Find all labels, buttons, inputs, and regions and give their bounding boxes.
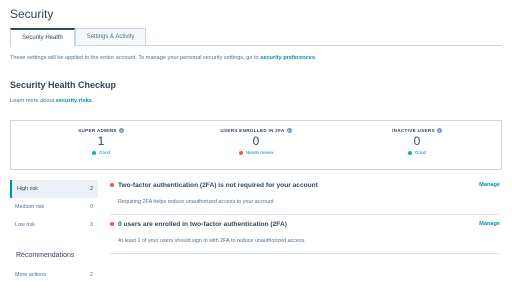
- sidebar-item-count: 3: [90, 222, 93, 228]
- stat-status-link[interactable]: Good: [99, 150, 110, 155]
- stat-status-link[interactable]: Needs review: [246, 150, 274, 155]
- stat-status-link[interactable]: Good: [415, 150, 426, 155]
- settings-description: These settings will be applied to the en…: [10, 55, 317, 61]
- issue-row: 0 users are enrolled in two-factor authe…: [110, 221, 500, 244]
- page-title: Security: [10, 7, 54, 21]
- sidebar-item-label: Low risk: [15, 222, 35, 228]
- tab-security-health[interactable]: Security Health: [10, 28, 75, 47]
- risk-dot-icon: [110, 222, 114, 227]
- stat-label-text: INACTIVE USERS: [392, 128, 435, 133]
- tab-divider: [10, 45, 502, 46]
- stat-super-admins: SUPER ADMINS i 1 Good: [41, 121, 161, 169]
- learn-more: Learn more about security risks .: [10, 98, 95, 104]
- sidebar-item-high-risk[interactable]: High risk 2: [10, 180, 98, 198]
- stat-label: USERS ENROLLED IN 2FA i: [196, 128, 316, 134]
- stat-status: Good: [41, 150, 161, 155]
- issue-divider: [110, 214, 500, 215]
- issue-title-text: Two-factor authentication (2FA) is not r…: [118, 182, 318, 189]
- description-text: These settings will be applied to the en…: [10, 55, 261, 61]
- learn-suffix: .: [91, 98, 95, 104]
- sidebar-item-label: More actions: [15, 272, 46, 278]
- stat-status: Needs review: [196, 150, 316, 155]
- stat-label: INACTIVE USERS i: [357, 128, 477, 134]
- stat-status: Good: [357, 150, 477, 155]
- status-dot-icon: [238, 151, 243, 156]
- stat-inactive-users: INACTIVE USERS i 0 Good: [357, 121, 477, 169]
- stat-value: 0: [252, 134, 260, 149]
- stat-users-2fa: USERS ENROLLED IN 2FA i 0 Needs review: [196, 121, 316, 169]
- sidebar-item-medium-risk[interactable]: Medium risk 0: [10, 198, 98, 216]
- risk-sidebar: High risk 2 Medium risk 0 Low risk 3: [10, 180, 98, 234]
- risk-dot-icon: [110, 183, 114, 188]
- stat-label: SUPER ADMINS i: [41, 128, 161, 134]
- stat-value: 1: [97, 134, 105, 149]
- issue-divider: [110, 253, 500, 254]
- sidebar-item-count: 2: [90, 186, 93, 192]
- security-risks-link[interactable]: security risks: [56, 98, 92, 104]
- info-icon[interactable]: i: [436, 128, 442, 134]
- sidebar-item-low-risk[interactable]: Low risk 3: [10, 216, 98, 234]
- learn-text: Learn more about: [10, 98, 56, 104]
- tab-bar: Security Health Settings & Activity: [10, 28, 147, 47]
- info-icon[interactable]: i: [286, 128, 292, 134]
- sidebar-item-label: High risk: [17, 186, 38, 192]
- manage-button[interactable]: Manage: [479, 221, 500, 227]
- security-preferences-link[interactable]: security preferences: [260, 55, 315, 61]
- issue-row: Two-factor authentication (2FA) is not r…: [110, 182, 500, 205]
- checkup-title: Security Health Checkup: [10, 80, 117, 90]
- sidebar-item-more-actions[interactable]: More actions 2: [10, 266, 98, 284]
- status-dot-icon: [407, 151, 412, 156]
- more-actions: More actions 2: [10, 266, 98, 284]
- info-icon[interactable]: i: [118, 128, 124, 134]
- issue-title: 0 users are enrolled in two-factor authe…: [110, 221, 500, 228]
- stat-label-text: SUPER ADMINS: [78, 128, 117, 133]
- issue-title-text: 0 users are enrolled in two-factor authe…: [118, 221, 287, 228]
- sidebar-item-count: 0: [90, 204, 93, 210]
- stat-label-text: USERS ENROLLED IN 2FA: [220, 128, 285, 133]
- stat-value: 0: [413, 134, 421, 149]
- manage-button[interactable]: Manage: [479, 182, 500, 188]
- issue-subtitle: Requiring 2FA helps reduce unauthorized …: [118, 199, 276, 205]
- tab-settings-activity[interactable]: Settings & Activity: [74, 28, 147, 46]
- description-suffix: .: [314, 55, 317, 61]
- issue-subtitle: At least 1 of your users should sign in …: [118, 238, 306, 244]
- stats-card: SUPER ADMINS i 1 Good USERS ENROLLED IN 2…: [10, 120, 502, 170]
- recommendations-heading: Recommendations: [16, 252, 75, 259]
- sidebar-item-count: 2: [90, 272, 93, 278]
- sidebar-item-label: Medium risk: [15, 204, 45, 210]
- issue-title: Two-factor authentication (2FA) is not r…: [110, 182, 500, 189]
- status-dot-icon: [91, 151, 96, 156]
